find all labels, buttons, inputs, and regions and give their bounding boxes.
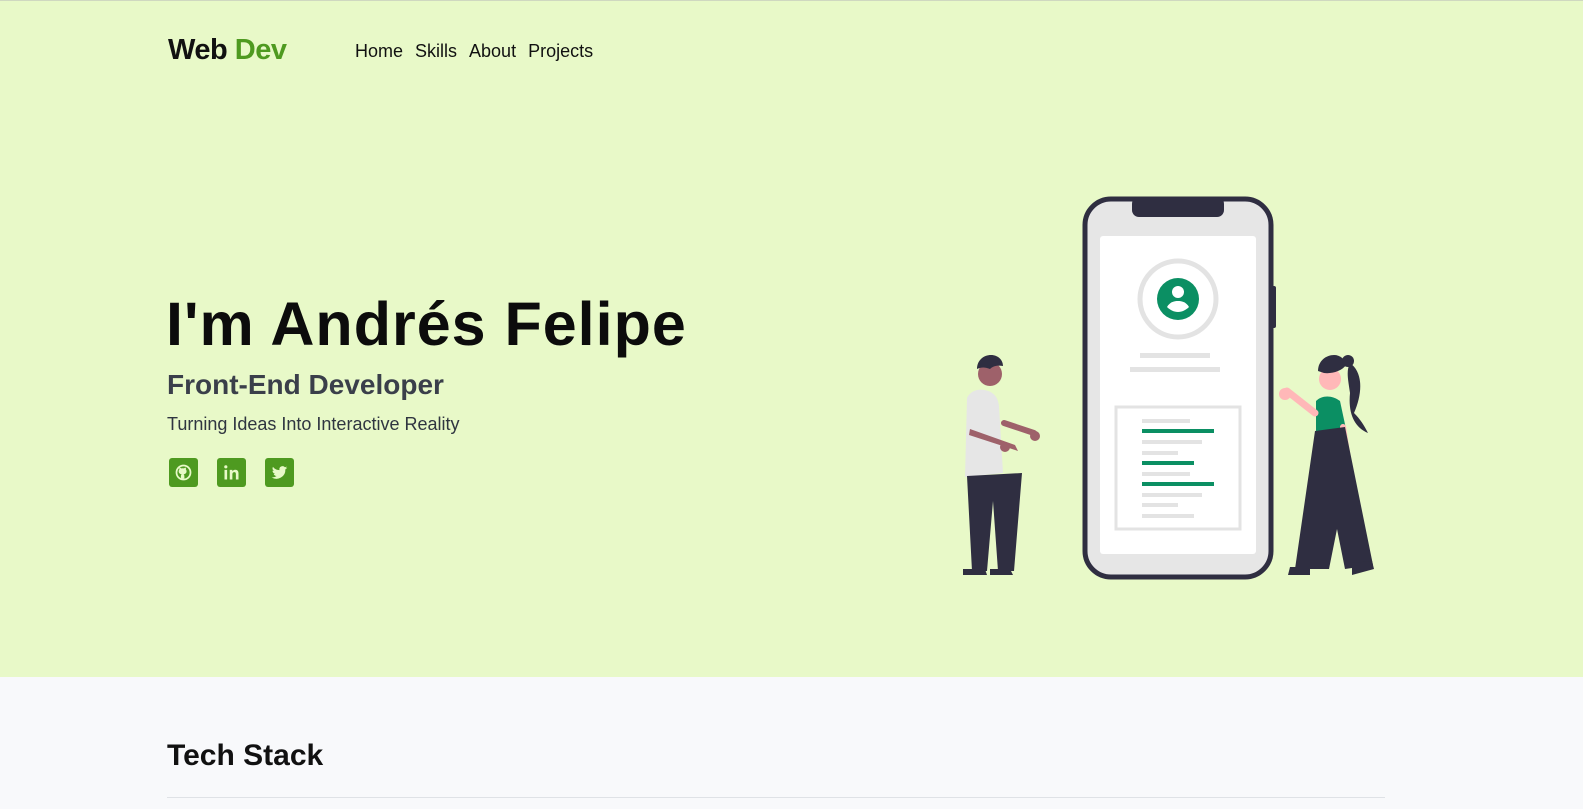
nav-link-projects[interactable]: Projects — [528, 41, 593, 62]
man-figure — [963, 355, 1040, 575]
logo-text-web: Web — [168, 34, 228, 66]
nav-link-skills[interactable]: Skills — [415, 41, 457, 62]
hero-role: Front-End Developer — [167, 369, 444, 400]
site-logo[interactable]: Web Dev — [168, 34, 287, 67]
twitter-icon[interactable] — [265, 458, 294, 487]
main-nav: Home Skills About Projects — [355, 41, 593, 62]
profile-avatar-icon — [1137, 258, 1219, 340]
hero-title: I'm Andrés Felipe — [166, 290, 687, 358]
nav-link-home[interactable]: Home — [355, 41, 403, 62]
tech-stack-heading: Tech Stack — [167, 739, 324, 772]
section-divider — [167, 797, 1385, 798]
hero-illustration — [963, 196, 1374, 580]
logo-text-dev: Dev — [234, 34, 287, 66]
social-links — [169, 458, 294, 487]
hero-section: Web Dev Home Skills About Projects I'm A… — [0, 0, 1583, 677]
woman-figure — [1279, 355, 1374, 575]
github-icon[interactable] — [169, 458, 198, 487]
linkedin-icon[interactable] — [217, 458, 246, 487]
hero-tagline: Turning Ideas Into Interactive Reality — [167, 414, 460, 434]
nav-link-about[interactable]: About — [469, 41, 516, 62]
